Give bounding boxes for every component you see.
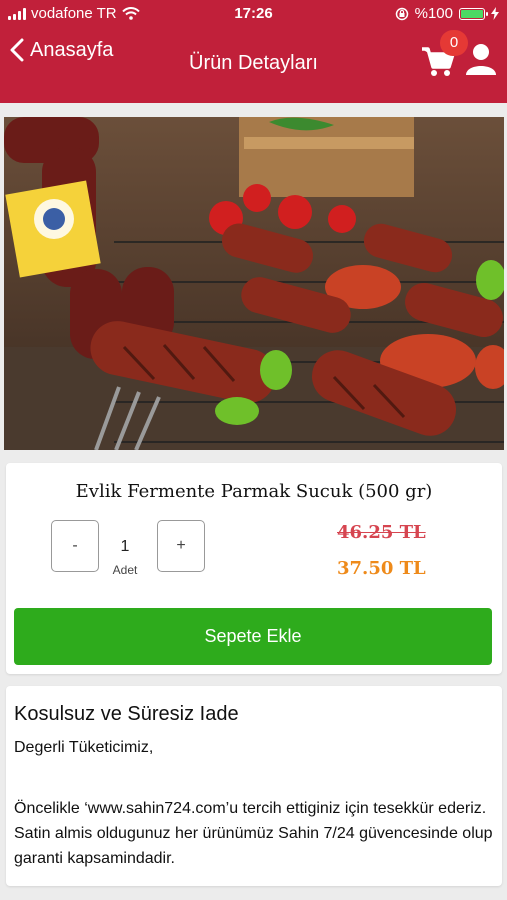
user-icon[interactable] (464, 42, 498, 76)
quantity-value: 1 (120, 538, 130, 555)
header: vodafone TR 17:26 %100 Anasayfa Ürün Det… (0, 0, 507, 103)
battery-icon (459, 7, 488, 20)
status-bar: vodafone TR 17:26 %100 (0, 0, 507, 28)
battery-percent: %100 (414, 5, 453, 22)
status-right: %100 (395, 5, 499, 22)
add-to-cart-button[interactable]: Sepete Ekle (14, 608, 492, 665)
decrease-quantity-button[interactable]: - (51, 520, 99, 572)
increase-quantity-button[interactable]: + (157, 520, 205, 572)
policy-title: Kosulsuz ve Süresiz Iade (14, 703, 239, 725)
policy-text: Öncelikle ‘www.sahin724.com’u tercih ett… (14, 800, 493, 867)
charging-icon (491, 7, 499, 20)
lock-rotation-icon (395, 7, 408, 20)
policy-greeting: Degerli Tüketicimiz, (14, 739, 154, 756)
old-price: 46.25 TL (337, 522, 426, 543)
product-image (4, 117, 504, 450)
product-detail-screen: vodafone TR 17:26 %100 Anasayfa Ürün Det… (0, 0, 507, 900)
navigation-bar: Anasayfa Ürün Detayları 0 (0, 28, 507, 103)
product-card: Evlik Fermente Parmak Sucuk (500 gr) - 1… (6, 463, 502, 674)
product-name: Evlik Fermente Parmak Sucuk (500 gr) (75, 481, 433, 502)
quantity-unit: Adet (112, 563, 138, 577)
current-price: 37.50 TL (337, 558, 426, 579)
return-policy-card: Kosulsuz ve Süresiz Iade Degerli Tüketic… (6, 686, 502, 886)
